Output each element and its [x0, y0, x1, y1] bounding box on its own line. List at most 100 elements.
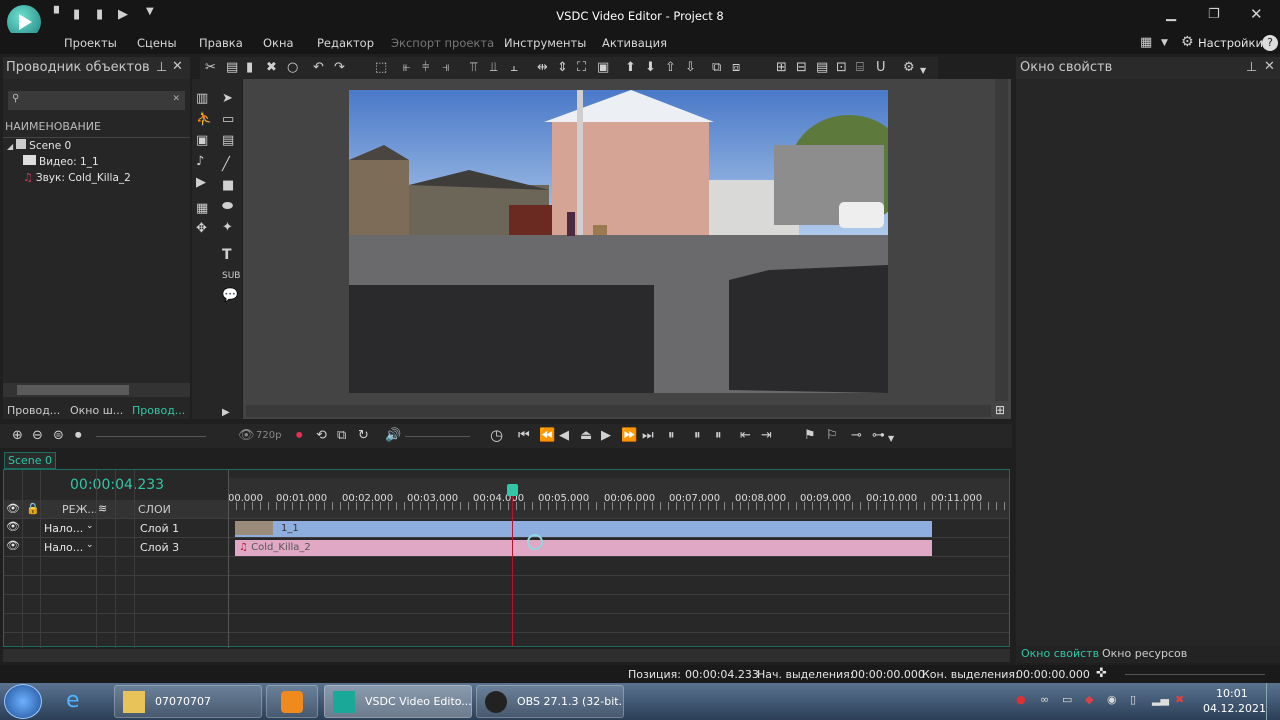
to-end-icon[interactable]: ⏭	[642, 428, 654, 444]
fit-icon[interactable]: ▣	[597, 60, 609, 76]
layout-icon[interactable]: ▦	[1140, 35, 1152, 51]
maximize-button[interactable]: ❐	[1208, 7, 1220, 23]
zoom-fit-icon[interactable]: ⊜	[53, 428, 64, 444]
ungroup-icon[interactable]: ⧈	[732, 60, 740, 76]
to-start-icon[interactable]: ⏮	[518, 428, 530, 444]
tray-link-icon[interactable]: ∞	[1040, 693, 1049, 706]
tab-properties[interactable]: Окно свойств	[1021, 647, 1099, 660]
tray-network-icon[interactable]: ▂▄	[1152, 693, 1169, 706]
tray-monitor-icon[interactable]: ▭	[1062, 693, 1072, 706]
timeline-scrollbar[interactable]	[3, 649, 1010, 662]
clock-date[interactable]: 04.12.2021	[1203, 702, 1266, 715]
size-height-icon[interactable]: ⇕	[557, 60, 568, 76]
close-panel-icon[interactable]: ✕	[1264, 59, 1275, 74]
align-bottom-icon[interactable]: ⫠	[510, 60, 518, 76]
loop-icon[interactable]: ⟲	[316, 428, 327, 444]
open-project-icon[interactable]: ▮	[73, 7, 80, 23]
flag-2-icon[interactable]: ⚐	[826, 428, 838, 444]
snap-icon[interactable]: ▤	[816, 60, 828, 76]
stop-icon[interactable]: ⏏	[580, 428, 592, 444]
size-width-icon[interactable]: ⇹	[537, 60, 548, 76]
volume-icon[interactable]: 🔊	[385, 428, 401, 444]
preview-h-scrollbar[interactable]	[246, 405, 991, 417]
unlink-icon[interactable]: ⊶	[872, 428, 885, 444]
position-icon[interactable]: ⊟	[796, 60, 807, 76]
search-input[interactable]: ⚲ ✕	[8, 91, 185, 110]
quality-label[interactable]: 720p	[256, 430, 281, 441]
tree-item-scene[interactable]: ◢ Scene 0	[7, 139, 71, 153]
layout-grid-icon[interactable]: ⊞	[776, 60, 787, 76]
minimize-button[interactable]: ▁	[1166, 7, 1176, 23]
tray-device-icon[interactable]: ▯	[1130, 693, 1136, 706]
audio-icon[interactable]: ♪	[196, 154, 204, 170]
flag-icon[interactable]: ⚑	[804, 428, 816, 444]
menu-tools[interactable]: Инструменты	[504, 36, 586, 50]
taskbar-item-vsdc[interactable]: VSDC Video Edito...	[324, 685, 472, 718]
tree-item-audio[interactable]: ♫ Звук: Cold_Killa_2	[23, 171, 131, 185]
taskbar-item-folder[interactable]: 07070707	[114, 685, 262, 718]
ie-icon[interactable]: e	[66, 688, 80, 713]
show-desktop-button[interactable]	[1266, 683, 1280, 720]
line-icon[interactable]: ╱	[222, 157, 230, 173]
playhead-handle[interactable]	[507, 484, 518, 496]
tab-scene[interactable]: Scene 0	[4, 452, 56, 469]
undo-icon[interactable]: ↶	[313, 60, 324, 76]
eye-icon[interactable]: 👁	[6, 539, 20, 552]
options-dropdown-icon[interactable]: ▼	[920, 63, 926, 79]
marker-2-icon[interactable]: ⏸	[715, 428, 722, 444]
play-icon[interactable]: ▶	[601, 428, 611, 444]
redo-icon[interactable]: ↷	[334, 60, 345, 76]
zoom-corner-icon[interactable]: ⊞	[995, 403, 1005, 417]
video-insert-icon[interactable]: ▶	[196, 175, 206, 191]
clock-time[interactable]: 10:01	[1216, 687, 1248, 700]
send-back-icon[interactable]: ⇩	[685, 60, 696, 76]
text-icon[interactable]: T	[222, 247, 232, 263]
eye-icon[interactable]: 👁	[6, 520, 20, 533]
delete-icon[interactable]: ✖	[266, 60, 277, 76]
menu-edit[interactable]: Правка	[199, 36, 243, 50]
menu-activation[interactable]: Активация	[602, 36, 667, 50]
volume-slider[interactable]	[405, 436, 470, 437]
grid-icon[interactable]: ▦	[196, 201, 208, 217]
speech-bubble-icon[interactable]: 💬	[222, 288, 238, 304]
clock-icon[interactable]: ◷	[490, 427, 503, 443]
chevron-down-icon[interactable]: ⌄	[86, 540, 94, 550]
video-frame[interactable]	[349, 90, 888, 393]
move-up-icon[interactable]: ⬇	[645, 60, 656, 76]
menu-scenes[interactable]: Сцены	[137, 36, 177, 50]
bounds-icon[interactable]: ⊡	[836, 60, 847, 76]
playhead[interactable]	[512, 484, 513, 646]
horizontal-scrollbar[interactable]	[3, 383, 190, 397]
menu-windows[interactable]: Окна	[263, 36, 294, 50]
tray-steam-icon[interactable]: ◉	[1107, 693, 1117, 706]
track-row[interactable]: 👁 Нало... ⌄ Слой 1	[4, 519, 228, 537]
zoom-out-icon[interactable]: ⊖	[32, 428, 43, 444]
blend-mode[interactable]: Нало...	[44, 522, 83, 535]
group-icon[interactable]: ⧉	[712, 60, 721, 76]
close-button[interactable]: ✕	[1250, 6, 1263, 22]
menu-projects[interactable]: Проекты	[64, 36, 117, 50]
size-both-icon[interactable]: ⛶	[577, 60, 586, 76]
help-icon[interactable]: ?	[1262, 35, 1278, 51]
quick-access-dropdown-icon[interactable]: ▼	[146, 4, 154, 20]
trim-left-icon[interactable]: ⇤	[740, 428, 751, 444]
cut-icon[interactable]: ✂	[205, 60, 216, 76]
crosshair-icon[interactable]: ✜	[1096, 666, 1107, 681]
layer-name[interactable]: Слой 3	[140, 541, 179, 554]
marker-icon[interactable]: ⏸	[694, 428, 701, 444]
subtitle-icon[interactable]: SUB	[222, 268, 240, 284]
taskbar-item-obs[interactable]: OBS 27.1.3 (32-bit...	[476, 685, 624, 718]
audio-clip[interactable]: ♫ Cold_Killa_2	[235, 540, 932, 556]
select-all-icon[interactable]: ⬚	[375, 60, 387, 76]
scrollbar-thumb[interactable]	[17, 385, 129, 395]
tab-resources[interactable]: Окно ресурсов	[1102, 647, 1187, 660]
snapshot-icon[interactable]: ⧉	[337, 428, 346, 444]
expand-arrow-icon[interactable]: ▶	[222, 405, 230, 421]
circle-icon[interactable]: ○	[287, 60, 298, 76]
layer-name[interactable]: Слой 1	[140, 522, 179, 535]
crop-icon[interactable]: ⌸	[856, 60, 864, 76]
align-middle-icon[interactable]: ⫫	[490, 60, 497, 76]
align-left-icon[interactable]: ⫦	[403, 60, 410, 76]
split-icon[interactable]: ⏸	[668, 428, 675, 444]
ellipse-icon[interactable]: ⬬	[222, 199, 233, 215]
